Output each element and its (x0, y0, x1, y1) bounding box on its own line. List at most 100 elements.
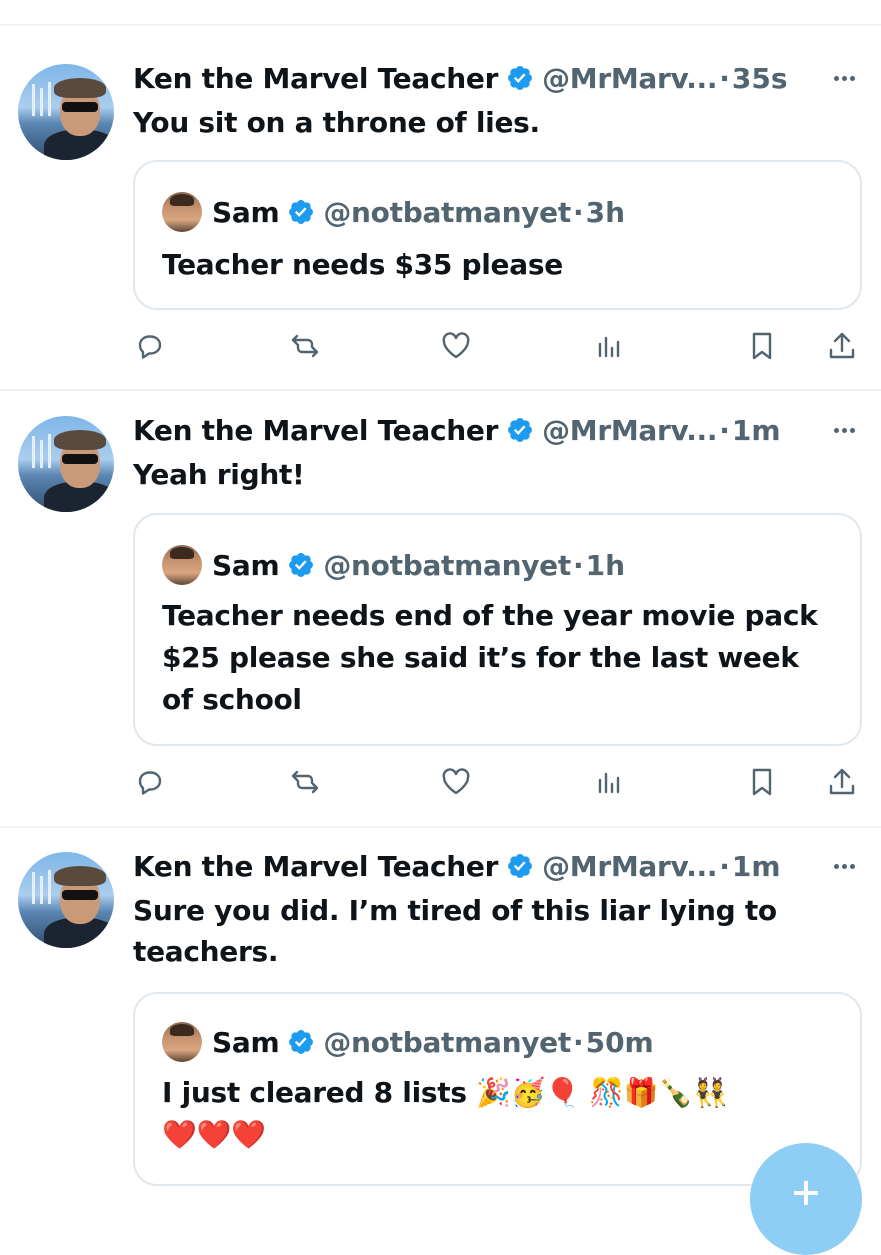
quoted-post-header: Sam @notbatmanyet · 3h (162, 192, 625, 232)
reply-button[interactable] (130, 326, 170, 366)
repost-icon (291, 770, 319, 794)
heart-icon (442, 332, 470, 359)
quoted-post-text-line: of school (162, 683, 302, 716)
quoted-post-text: Teacher needs $35 please (162, 248, 563, 281)
separator-dot: · (719, 413, 730, 447)
avatar-detail (62, 454, 98, 464)
like-button[interactable] (436, 326, 476, 366)
post-text-line: Sure you did. I’m tired of this liar lyi… (133, 894, 777, 927)
post-time[interactable]: 1m (732, 850, 781, 883)
avatar-detail (32, 436, 35, 468)
more-icon[interactable] (826, 64, 862, 92)
quoted-author-handle: @notbatmanyet (323, 195, 571, 229)
post-2[interactable]: Ken the Marvel Teacher @MrMarv... · 1m Y… (0, 390, 881, 826)
author-handle[interactable]: @MrMarv... (542, 62, 717, 95)
action-bar (0, 326, 881, 366)
share-icon (829, 768, 855, 795)
compose-button[interactable] (750, 1143, 862, 1255)
separator-dot: · (572, 1025, 584, 1059)
like-button[interactable] (436, 762, 476, 802)
share-button[interactable] (822, 762, 862, 802)
views-icon (598, 772, 620, 794)
verified-badge-icon (289, 200, 314, 224)
verified-badge-icon (508, 66, 533, 90)
avatar-detail (54, 866, 106, 886)
author-handle[interactable]: @MrMarv... (542, 414, 717, 447)
repost-button[interactable] (285, 762, 325, 802)
quoted-author-name: Sam (212, 195, 280, 229)
quoted-post-header: Sam @notbatmanyet · 50m (162, 1022, 654, 1062)
quoted-post-text: I just cleared 8 lists 🎉🥳🎈 🎊🎁🍾👯 ❤️❤️❤️ (162, 1072, 842, 1156)
author-name[interactable]: Ken the Marvel Teacher (133, 62, 498, 95)
reply-button[interactable] (130, 762, 170, 802)
avatar-detail (32, 872, 35, 904)
author-avatar[interactable] (18, 416, 114, 512)
author-handle[interactable]: @MrMarv... (542, 850, 717, 883)
quoted-post-text-line: Teacher needs end of the year movie pack (162, 599, 818, 632)
quoted-post-time: 1h (585, 548, 626, 582)
post-header: Ken the Marvel Teacher @MrMarv... · 1m (133, 412, 781, 448)
reply-icon (138, 771, 162, 795)
post-1[interactable]: Ken the Marvel Teacher @MrMarv... · 35s … (0, 0, 881, 390)
quoted-author-handle: @notbatmanyet (323, 1025, 571, 1059)
author-name[interactable]: Ken the Marvel Teacher (133, 850, 498, 883)
quoted-author-handle: @notbatmanyet (323, 548, 571, 582)
author-avatar[interactable] (18, 852, 114, 948)
quoted-post-time: 50m (585, 1025, 654, 1059)
repost-button[interactable] (285, 326, 325, 366)
post-time[interactable]: 1m (732, 414, 781, 447)
author-name[interactable]: Ken the Marvel Teacher (133, 414, 498, 447)
separator-dot: · (572, 195, 584, 229)
avatar-detail (40, 440, 43, 468)
views-button[interactable] (590, 326, 630, 366)
share-icon (829, 332, 855, 359)
quoted-author-avatar (162, 192, 202, 232)
separator-dot: · (719, 61, 730, 95)
share-button[interactable] (822, 326, 862, 366)
quoted-post-text-line: ❤️❤️❤️ (162, 1118, 266, 1151)
author-avatar[interactable] (18, 64, 114, 160)
views-icon (598, 336, 620, 358)
avatar-detail (40, 876, 43, 904)
avatar-detail (32, 84, 35, 116)
post-text-line: teachers. (133, 935, 279, 968)
views-button[interactable] (590, 762, 630, 802)
post-text: You sit on a throne of lies. (133, 106, 540, 139)
avatar-detail (48, 82, 51, 116)
quoted-post[interactable]: Sam @notbatmanyet · 3h Teacher needs $35… (133, 160, 862, 310)
separator-dot: · (572, 548, 584, 582)
quoted-post-text-line: $25 please she said it’s for the last we… (162, 641, 799, 674)
post-3[interactable]: Ken the Marvel Teacher @MrMarv... · 1m S… (0, 826, 881, 1200)
quoted-post-text-line: I just cleared 8 lists 🎉🥳🎈 🎊🎁🍾👯 (162, 1076, 728, 1109)
bookmark-button[interactable] (742, 762, 782, 802)
action-bar (0, 762, 881, 802)
compose-plus-icon (794, 1181, 818, 1205)
bookmark-button[interactable] (742, 326, 782, 366)
bookmark-icon (752, 768, 772, 796)
quoted-author-avatar (162, 545, 202, 585)
avatar-detail (62, 890, 98, 900)
more-icon[interactable] (826, 852, 862, 880)
post-text: Yeah right! (133, 458, 305, 491)
avatar-detail (54, 430, 106, 450)
avatar-detail (62, 102, 98, 112)
verified-badge-icon (289, 553, 314, 577)
avatar-detail (48, 434, 51, 468)
separator-dot: · (719, 849, 730, 883)
verified-badge-icon (508, 854, 533, 878)
post-header: Ken the Marvel Teacher @MrMarv... · 35s (133, 60, 788, 96)
more-icon[interactable] (826, 416, 862, 444)
quoted-author-name: Sam (212, 1025, 280, 1059)
heart-icon (442, 768, 470, 795)
avatar-detail (40, 88, 43, 116)
avatar-detail (54, 78, 106, 98)
quoted-post[interactable]: Sam @notbatmanyet · 1h Teacher needs end… (133, 513, 862, 746)
post-text: Sure you did. I’m tired of this liar lyi… (133, 890, 853, 972)
repost-icon (291, 334, 319, 358)
avatar-detail (48, 870, 51, 904)
bookmark-icon (752, 332, 772, 360)
reply-icon (138, 335, 162, 359)
quoted-post-time: 3h (585, 195, 626, 229)
quoted-post[interactable]: Sam @notbatmanyet · 50m I just cleared 8… (133, 992, 862, 1186)
post-time[interactable]: 35s (732, 62, 788, 95)
